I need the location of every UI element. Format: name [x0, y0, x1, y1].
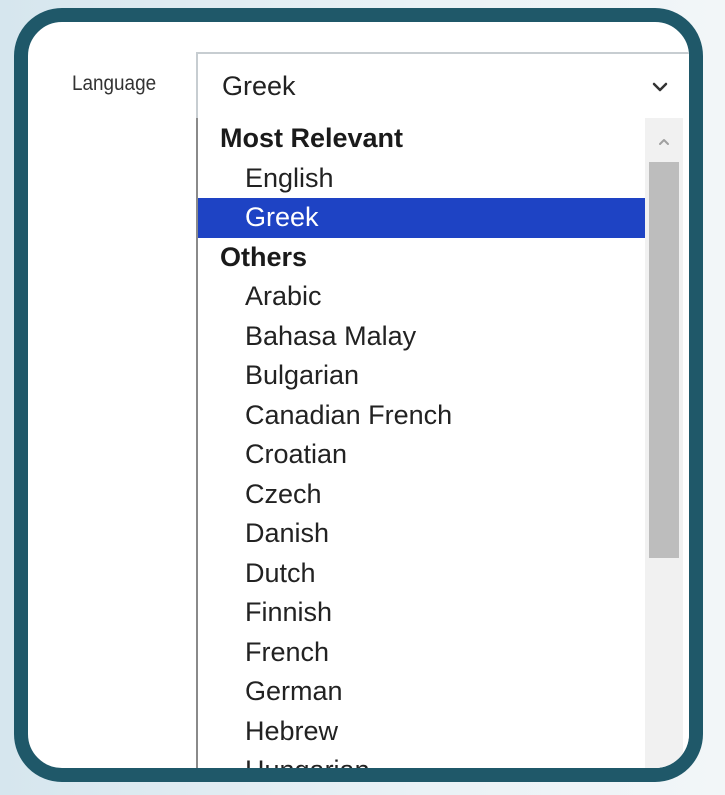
- option-german[interactable]: German: [198, 672, 645, 712]
- option-czech[interactable]: Czech: [198, 475, 645, 515]
- option-bulgarian[interactable]: Bulgarian: [198, 356, 645, 396]
- scroll-up-arrow-icon[interactable]: [645, 118, 683, 158]
- option-finnish[interactable]: Finnish: [198, 593, 645, 633]
- language-select-value: Greek: [222, 71, 296, 101]
- option-list: Most Relevant English Greek Others Arabi…: [198, 119, 645, 768]
- option-hungarian[interactable]: Hungarian: [198, 751, 645, 768]
- option-danish[interactable]: Danish: [198, 514, 645, 554]
- option-croatian[interactable]: Croatian: [198, 435, 645, 475]
- group-header-most-relevant: Most Relevant: [220, 123, 404, 153]
- option-arabic[interactable]: Arabic: [198, 277, 645, 317]
- scrollbar-thumb[interactable]: [649, 162, 679, 558]
- dropdown-scrollbar[interactable]: [645, 118, 683, 768]
- option-hebrew[interactable]: Hebrew: [198, 712, 645, 752]
- option-dutch[interactable]: Dutch: [198, 554, 645, 594]
- chevron-down-icon: [652, 82, 668, 92]
- language-select[interactable]: Greek: [196, 52, 689, 120]
- language-dropdown-list: Most Relevant English Greek Others Arabi…: [196, 118, 689, 768]
- language-label: Language: [72, 72, 157, 95]
- option-bahasa-malay[interactable]: Bahasa Malay: [198, 317, 645, 357]
- option-french[interactable]: French: [198, 633, 645, 673]
- group-header-others: Others: [220, 241, 308, 272]
- option-english[interactable]: English: [198, 159, 645, 199]
- option-greek[interactable]: Greek: [198, 198, 645, 238]
- language-settings-panel: Language Greek Most Relevant English Gre…: [14, 8, 703, 782]
- option-canadian-french[interactable]: Canadian French: [198, 396, 645, 436]
